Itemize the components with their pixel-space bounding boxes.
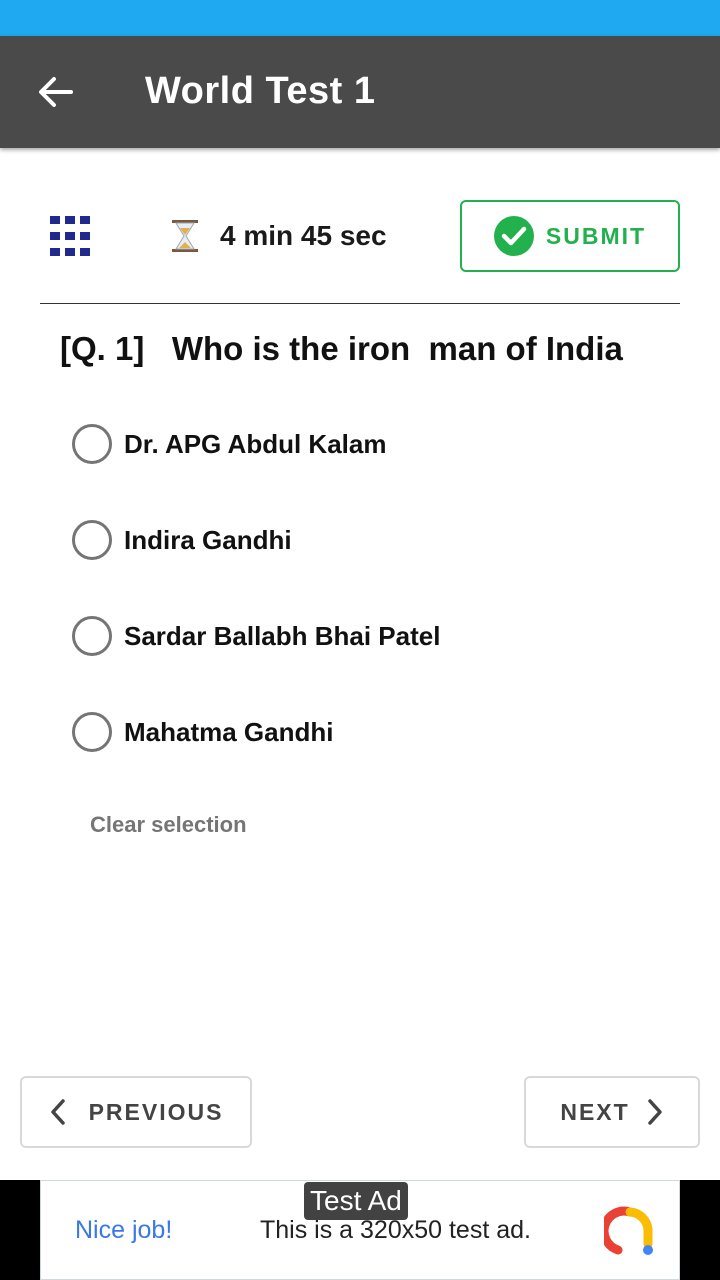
radio-button[interactable] (72, 424, 112, 464)
divider (40, 303, 680, 304)
radio-button[interactable] (72, 616, 112, 656)
radio-button[interactable] (72, 712, 112, 752)
radio-button[interactable] (72, 520, 112, 560)
submit-button[interactable]: SUBMIT (460, 200, 680, 272)
option-label: Dr. APG Abdul Kalam (124, 428, 387, 459)
ad-badge: Test Ad (304, 1182, 408, 1220)
clear-selection-link[interactable]: Clear selection (90, 812, 247, 838)
ad-body-text: This is a 320x50 test ad. (260, 1216, 531, 1244)
check-circle-icon (493, 216, 534, 256)
option-label: Sardar Ballabh Bhai Patel (124, 620, 441, 651)
status-bar (0, 0, 720, 36)
option-1[interactable]: Dr. APG Abdul Kalam (72, 422, 632, 466)
back-arrow-icon (39, 77, 73, 107)
page-title: World Test 1 (145, 70, 376, 112)
question-text: [Q. 1] Who is the iron man of India (60, 330, 623, 368)
previous-label: PREVIOUS (88, 1098, 224, 1125)
question-body: Who is the iron man of India (171, 330, 623, 367)
previous-button[interactable]: PREVIOUS (20, 1076, 252, 1148)
option-3[interactable]: Sardar Ballabh Bhai Patel (72, 614, 632, 658)
ad-logo-icon (604, 1206, 653, 1255)
timer-text: 4 min 45 sec (220, 220, 387, 251)
hourglass-icon (172, 220, 198, 252)
app-bar: World Test 1 (0, 36, 720, 148)
option-label: Indira Gandhi (124, 524, 292, 555)
ad-headline[interactable]: Nice job! (75, 1216, 172, 1245)
back-button[interactable] (30, 72, 80, 112)
chevron-left-icon (50, 1099, 65, 1125)
next-label: NEXT (560, 1098, 630, 1125)
option-label: Mahatma Gandhi (124, 716, 334, 747)
question-number: [Q. 1] (60, 330, 145, 367)
option-4[interactable]: Mahatma Gandhi (72, 710, 632, 754)
option-2[interactable]: Indira Gandhi (72, 518, 632, 562)
question-grid-button[interactable] (50, 216, 90, 256)
next-button[interactable]: NEXT (524, 1076, 700, 1148)
submit-label: SUBMIT (545, 222, 647, 249)
chevron-right-icon (647, 1099, 662, 1125)
